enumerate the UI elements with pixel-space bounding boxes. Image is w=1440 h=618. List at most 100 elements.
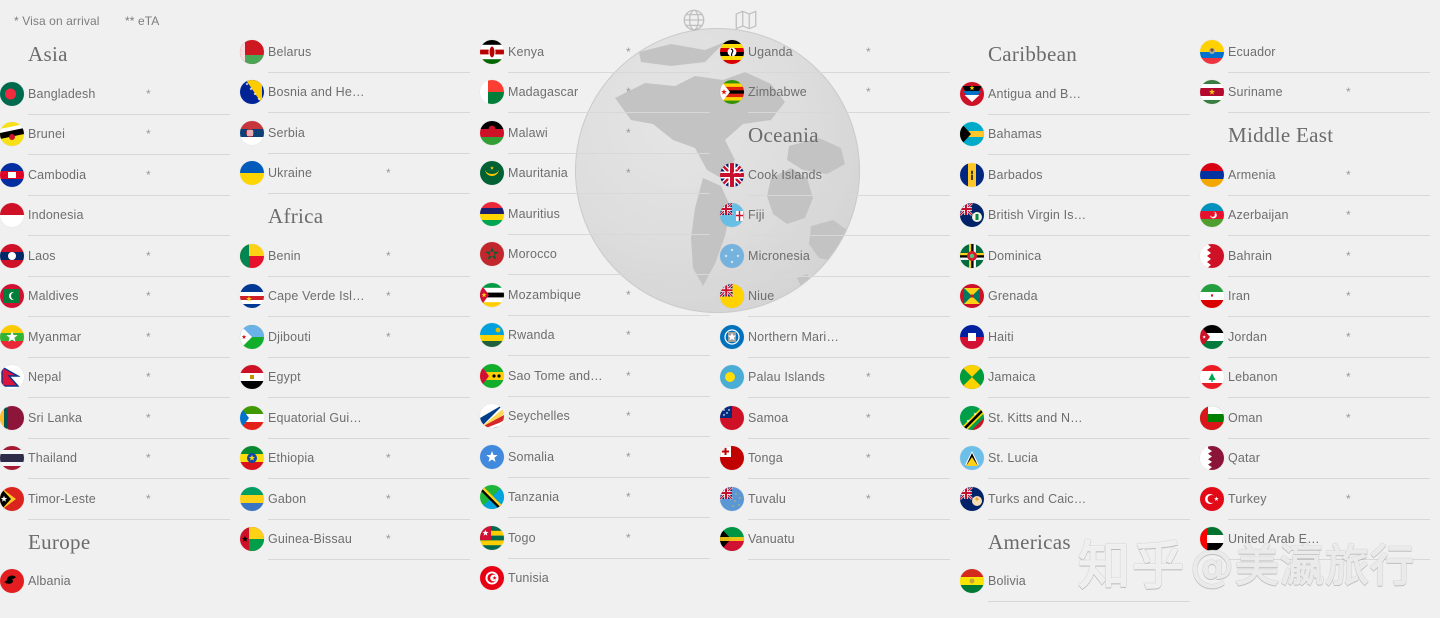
country-row[interactable]: Bahamas bbox=[960, 115, 1190, 155]
region-heading: Europe bbox=[28, 529, 91, 554]
country-row[interactable]: Turks and Caic… bbox=[960, 479, 1190, 520]
country-row[interactable]: Oman * bbox=[1200, 398, 1430, 439]
country-row[interactable]: Qatar bbox=[1200, 439, 1430, 479]
country-row[interactable]: Guinea-Bissau * bbox=[240, 520, 470, 560]
country-row[interactable]: Serbia bbox=[240, 113, 470, 154]
visa-mark: * bbox=[626, 409, 631, 424]
country-name: Kenya bbox=[508, 44, 545, 59]
country-row[interactable]: Albania bbox=[0, 562, 230, 603]
country-row[interactable]: Togo * bbox=[480, 518, 710, 559]
country-name: Tanzania bbox=[508, 490, 560, 505]
country-row[interactable]: Mauritius bbox=[480, 194, 710, 235]
flag-icon-belarus bbox=[240, 39, 264, 64]
country-row[interactable]: Antigua and B… bbox=[960, 74, 1190, 115]
visa-mark: * bbox=[626, 44, 631, 59]
country-name: Turks and Caic… bbox=[988, 491, 1087, 506]
country-row[interactable]: Laos * bbox=[0, 236, 230, 277]
country-row[interactable]: Lebanon * bbox=[1200, 358, 1430, 398]
visa-mark: * bbox=[1346, 167, 1351, 182]
country-row[interactable]: Cape Verde Isl… * bbox=[240, 277, 470, 317]
country-row[interactable]: Djibouti * bbox=[240, 317, 470, 358]
country-row[interactable]: Tuvalu * bbox=[720, 479, 950, 520]
visa-mark: * bbox=[1346, 410, 1351, 425]
country-row[interactable]: Gabon * bbox=[240, 479, 470, 520]
flag-icon-niue bbox=[720, 284, 744, 309]
country-name: Bosnia and He… bbox=[268, 85, 365, 100]
country-row[interactable]: Equatorial Gui… bbox=[240, 398, 470, 439]
country-row[interactable]: Jordan * bbox=[1200, 317, 1430, 358]
flag-icon-tuvalu bbox=[720, 486, 744, 511]
flag-icon-benin bbox=[240, 243, 264, 268]
country-row[interactable]: Sri Lanka * bbox=[0, 398, 230, 439]
country-row[interactable]: Azerbaijan * bbox=[1200, 196, 1430, 236]
country-row[interactable]: Maldives * bbox=[0, 277, 230, 317]
flag-icon-turkey bbox=[1200, 486, 1224, 511]
visa-mark: * bbox=[626, 368, 631, 383]
country-row[interactable]: Thailand * bbox=[0, 439, 230, 479]
country-row[interactable]: Somalia * bbox=[480, 437, 710, 478]
flag-icon-togo bbox=[480, 525, 504, 550]
country-row[interactable]: Nepal * bbox=[0, 358, 230, 398]
country-row[interactable]: Niue bbox=[720, 277, 950, 317]
country-row[interactable]: Suriname * bbox=[1200, 73, 1430, 113]
country-row[interactable]: Grenada bbox=[960, 277, 1190, 317]
country-row[interactable]: Ecuador bbox=[1200, 32, 1430, 73]
country-row[interactable]: Cambodia * bbox=[0, 155, 230, 196]
country-row[interactable]: Fiji bbox=[720, 196, 950, 236]
country-row[interactable]: Belarus bbox=[240, 32, 470, 73]
country-name: Bangladesh bbox=[28, 86, 96, 101]
flag-icon-bvi bbox=[960, 203, 984, 228]
map-icon[interactable] bbox=[733, 7, 759, 33]
country-row[interactable]: Haiti bbox=[960, 317, 1190, 358]
country-row[interactable]: United Arab E… bbox=[1200, 520, 1430, 560]
country-row[interactable]: Bangladesh * bbox=[0, 74, 230, 115]
country-row[interactable]: Tanzania * bbox=[480, 478, 710, 518]
country-row[interactable]: Barbados bbox=[960, 155, 1190, 196]
country-row[interactable]: Mozambique * bbox=[480, 275, 710, 316]
country-row[interactable]: Benin * bbox=[240, 236, 470, 277]
country-row[interactable]: Turkey * bbox=[1200, 479, 1430, 520]
country-row[interactable]: Egypt bbox=[240, 358, 470, 398]
country-row[interactable]: Rwanda * bbox=[480, 316, 710, 356]
country-row[interactable]: Myanmar * bbox=[0, 317, 230, 358]
country-row[interactable]: Kenya * bbox=[480, 32, 710, 73]
country-row[interactable]: Tonga * bbox=[720, 439, 950, 479]
country-row[interactable]: Dominica bbox=[960, 236, 1190, 277]
country-row[interactable]: Indonesia bbox=[0, 196, 230, 236]
country-name: St. Kitts and N… bbox=[988, 410, 1083, 425]
country-row[interactable]: Uganda * bbox=[720, 32, 950, 73]
country-row[interactable]: Bolivia * bbox=[960, 562, 1190, 602]
flag-icon-serbia bbox=[240, 120, 264, 145]
country-row[interactable]: St. Kitts and N… bbox=[960, 398, 1190, 439]
country-row[interactable]: Armenia * bbox=[1200, 155, 1430, 196]
country-row[interactable]: Samoa * bbox=[720, 398, 950, 439]
country-row[interactable]: Zimbabwe * bbox=[720, 73, 950, 113]
country-row[interactable]: Palau Islands * bbox=[720, 358, 950, 398]
country-row[interactable]: Micronesia bbox=[720, 236, 950, 277]
country-row[interactable]: Timor-Leste * bbox=[0, 479, 230, 520]
flag-icon-brunei bbox=[0, 122, 24, 147]
country-row[interactable]: Bahrain * bbox=[1200, 236, 1430, 277]
flag-icon-timorleste bbox=[0, 486, 24, 511]
country-row[interactable]: Tunisia bbox=[480, 559, 710, 600]
country-row[interactable]: Malawi * bbox=[480, 113, 710, 154]
country-row[interactable]: Cook Islands bbox=[720, 155, 950, 196]
globe-icon[interactable] bbox=[681, 7, 707, 33]
country-row[interactable]: Bosnia and He… bbox=[240, 73, 470, 113]
country-row[interactable]: British Virgin Is… bbox=[960, 196, 1190, 236]
country-row[interactable]: Madagascar * bbox=[480, 73, 710, 113]
country-row[interactable]: Brunei * bbox=[0, 115, 230, 155]
country-row[interactable]: Morocco bbox=[480, 235, 710, 275]
country-row[interactable]: Northern Mari… bbox=[720, 317, 950, 358]
country-row[interactable]: Ukraine * bbox=[240, 154, 470, 194]
flag-icon-eqguinea bbox=[240, 405, 264, 430]
country-row[interactable]: Jamaica bbox=[960, 358, 1190, 398]
country-row[interactable]: Ethiopia * bbox=[240, 439, 470, 479]
flag-icon-stlucia bbox=[960, 446, 984, 471]
country-row[interactable]: Seychelles * bbox=[480, 397, 710, 437]
country-row[interactable]: Sao Tome and… * bbox=[480, 356, 710, 397]
country-row[interactable]: Mauritania * bbox=[480, 154, 710, 194]
country-row[interactable]: Iran * bbox=[1200, 277, 1430, 317]
country-row[interactable]: Vanuatu bbox=[720, 520, 950, 560]
country-row[interactable]: St. Lucia bbox=[960, 439, 1190, 479]
